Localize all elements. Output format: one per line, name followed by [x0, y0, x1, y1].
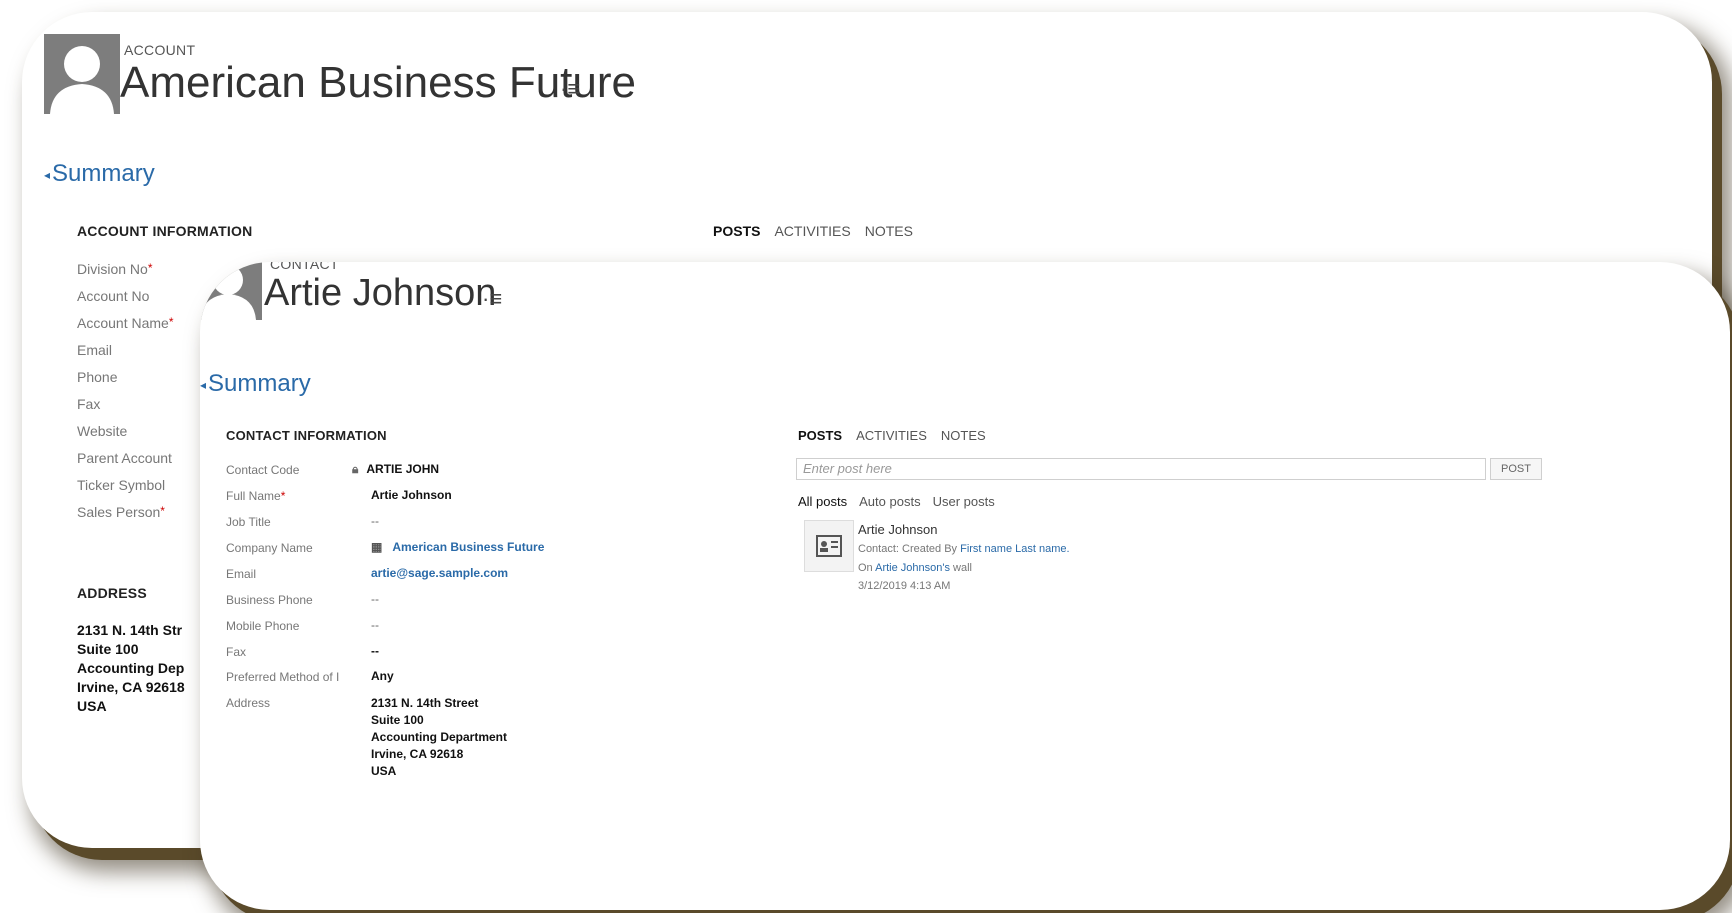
- post-author[interactable]: Artie Johnson: [858, 522, 938, 537]
- summary-label: Summary: [208, 370, 311, 397]
- field-label-company-name: Company Name: [226, 541, 313, 555]
- entity-type-label: ACCOUNT: [124, 42, 196, 58]
- field-label-fax: Fax: [226, 645, 247, 659]
- building-icon: ▦: [371, 540, 383, 554]
- account-address-block: 2131 N. 14th Str Suite 100 Accounting De…: [77, 622, 185, 714]
- post-creator-link[interactable]: First name Last name.: [960, 543, 1069, 555]
- field-label-preferred-method: Preferred Method of I: [226, 670, 340, 684]
- field-label-address: Address: [226, 696, 271, 710]
- field-label-division-no: Division No*: [77, 261, 153, 277]
- summary-section-toggle[interactable]: ◂Summary: [200, 370, 311, 398]
- field-label-account-no: Account No: [77, 288, 150, 304]
- field-label-email: Email: [77, 342, 113, 358]
- collapse-triangle-icon: ◂: [200, 377, 207, 392]
- tab-activities[interactable]: ACTIVITIES: [856, 428, 927, 443]
- field-label-website: Website: [77, 423, 128, 439]
- field-label-fax: Fax: [77, 396, 101, 412]
- nav-menu-icon[interactable]: ·≡: [560, 76, 580, 102]
- summary-section-toggle[interactable]: ◂Summary: [44, 160, 155, 188]
- field-value-company-name[interactable]: ▦ American Business Future: [371, 540, 544, 554]
- field-label-mobile-phone: Mobile Phone: [226, 619, 300, 633]
- post-wall-link[interactable]: Artie Johnson's: [875, 562, 950, 574]
- filter-auto-posts[interactable]: Auto posts: [859, 494, 920, 509]
- field-value-mobile-phone[interactable]: --: [371, 618, 379, 632]
- tab-notes[interactable]: NOTES: [865, 223, 913, 239]
- nav-menu-icon[interactable]: ·≡: [482, 286, 502, 312]
- lock-icon: 🔒︎: [352, 462, 359, 476]
- collapse-triangle-icon: ◂: [44, 167, 51, 182]
- contact-name-title: Artie Johnson: [264, 272, 497, 314]
- address-title: ADDRESS: [77, 585, 147, 601]
- filter-user-posts[interactable]: User posts: [933, 494, 995, 509]
- account-name-title: American Business Future: [120, 58, 636, 107]
- field-value-fax[interactable]: --: [371, 644, 379, 658]
- field-label-job-title: Job Title: [226, 515, 271, 529]
- contact-avatar-icon: [200, 262, 262, 320]
- field-label-business-phone: Business Phone: [226, 593, 313, 607]
- post-filters: All posts Auto posts User posts: [798, 494, 1007, 509]
- contact-card-icon: [804, 520, 854, 572]
- account-information-title: ACCOUNT INFORMATION: [77, 223, 253, 239]
- field-value-full-name[interactable]: Artie Johnson: [371, 488, 452, 502]
- tab-activities[interactable]: ACTIVITIES: [774, 223, 850, 239]
- post-wall-line: On Artie Johnson's wall: [858, 562, 973, 574]
- post-created-line: Contact: Created By First name Last name…: [858, 543, 1070, 555]
- contact-tabs: POSTS ACTIVITIES NOTES: [798, 428, 1000, 443]
- field-value-job-title[interactable]: --: [371, 514, 379, 528]
- tab-posts[interactable]: POSTS: [713, 223, 760, 239]
- tab-posts[interactable]: POSTS: [798, 428, 842, 443]
- field-label-contact-code: Contact Code: [226, 463, 300, 477]
- summary-label: Summary: [52, 160, 155, 187]
- account-tabs: POSTS ACTIVITIES NOTES: [713, 223, 927, 239]
- field-label-account-name: Account Name*: [77, 315, 174, 331]
- contact-form-card: CONTACT Artie Johnson ·≡ ◂Summary CONTAC…: [200, 262, 1730, 910]
- field-label-parent-account: Parent Account: [77, 450, 172, 466]
- contact-information-title: CONTACT INFORMATION: [226, 428, 387, 443]
- field-value-contact-code[interactable]: 🔒︎ ARTIE JOHN: [352, 462, 439, 477]
- field-value-email[interactable]: artie@sage.sample.com: [371, 566, 508, 580]
- post-input[interactable]: Enter post here: [796, 458, 1486, 480]
- field-value-business-phone[interactable]: --: [371, 592, 379, 606]
- tab-notes[interactable]: NOTES: [941, 428, 986, 443]
- account-avatar-icon: [44, 34, 120, 114]
- post-timestamp: 3/12/2019 4:13 AM: [858, 580, 951, 592]
- field-label-full-name: Full Name*: [226, 489, 286, 503]
- entity-type-label: CONTACT: [270, 262, 339, 272]
- field-label-phone: Phone: [77, 369, 118, 385]
- field-value-address[interactable]: 2131 N. 14th Street Suite 100 Accounting…: [371, 695, 507, 780]
- post-button[interactable]: POST: [1490, 458, 1542, 480]
- filter-all-posts[interactable]: All posts: [798, 494, 847, 509]
- field-label-sales-person: Sales Person*: [77, 504, 165, 520]
- field-value-preferred-method[interactable]: Any: [371, 669, 394, 683]
- field-label-email: Email: [226, 567, 257, 581]
- field-label-ticker-symbol: Ticker Symbol: [77, 477, 166, 493]
